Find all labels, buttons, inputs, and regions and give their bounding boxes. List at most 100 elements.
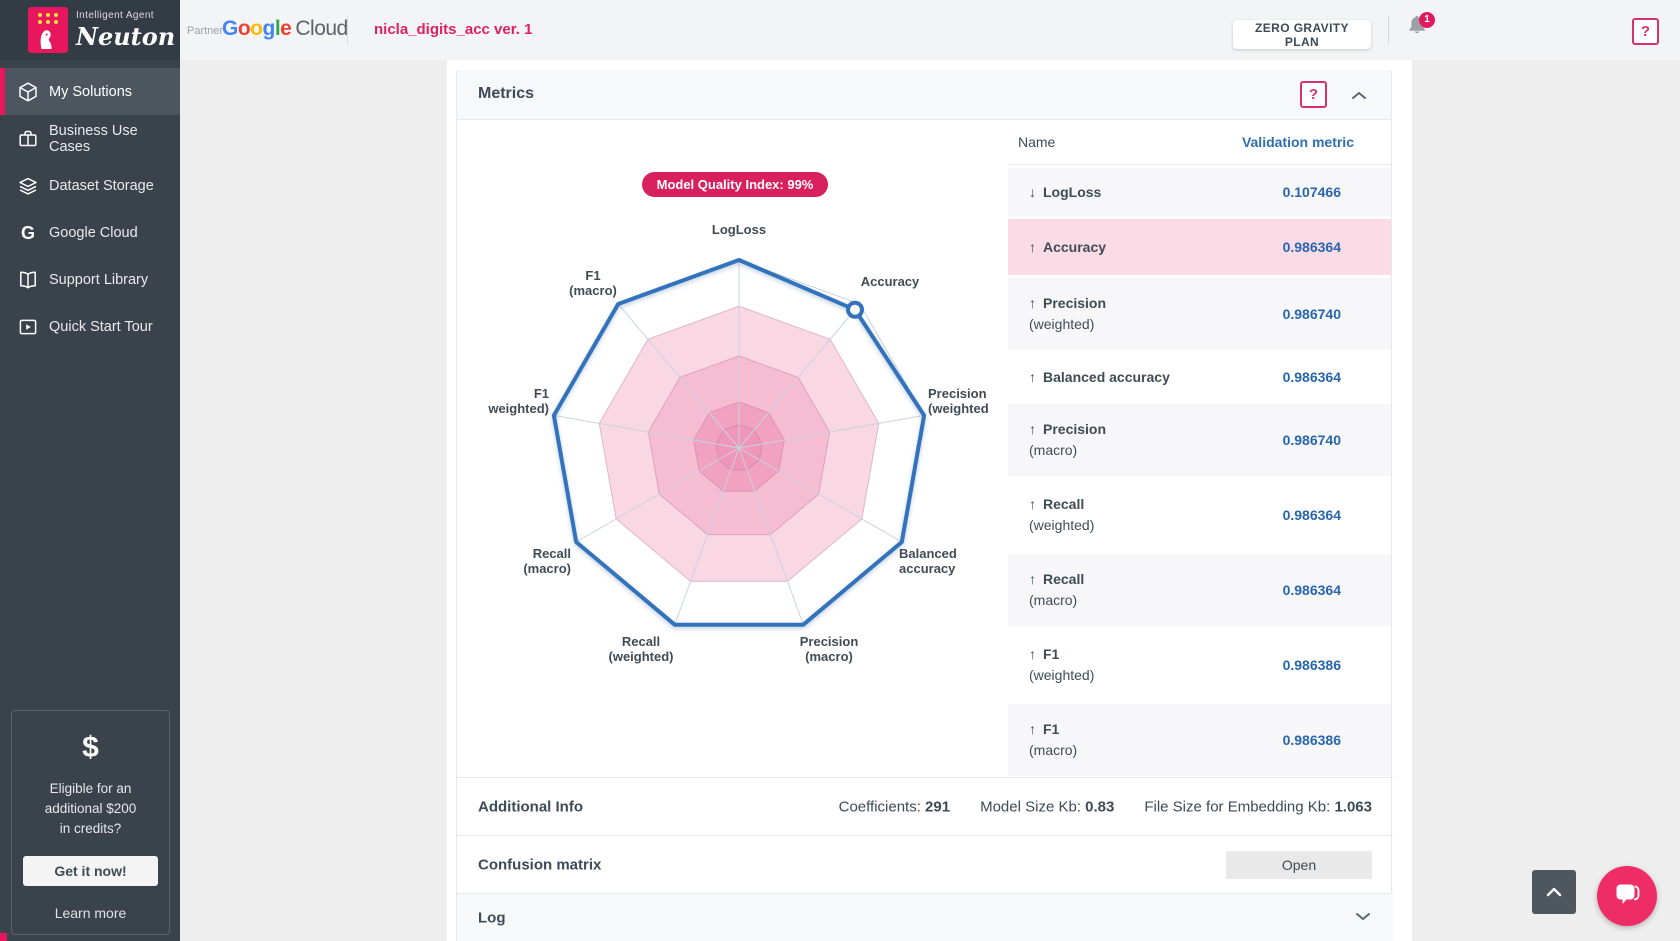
open-confusion-matrix-button[interactable]: Open (1226, 851, 1372, 879)
notifications-button[interactable]: 1 (1405, 14, 1433, 44)
metrics-title: Metrics (478, 85, 534, 103)
chat-button[interactable] (1597, 866, 1657, 926)
chevron-up-icon (1351, 88, 1367, 103)
stat-item: Coefficients: 291 (839, 798, 950, 815)
arrow-up-icon: ↑ (1029, 496, 1036, 512)
metric-name: ↑Precision(macro) (1029, 419, 1283, 461)
partner-label: Partner (187, 25, 223, 37)
topbar: Partner GoogleCloud nicla_digits_acc ver… (0, 0, 1680, 60)
notification-badge: 1 (1419, 12, 1435, 28)
table-row[interactable]: ↑Balanced accuracy0.986364 (1008, 353, 1391, 401)
chevron-down-icon (1355, 909, 1371, 924)
cube-icon (17, 81, 39, 103)
get-it-now-button[interactable]: Get it now! (23, 856, 158, 886)
svg-text:Recall(weighted): Recall(weighted) (609, 634, 674, 664)
radar-chart: LogLossAccuracyPrecision(weightedBalance… (457, 120, 1008, 777)
metric-value: 0.107466 (1283, 184, 1341, 200)
metric-name: ↑Accuracy (1029, 237, 1283, 258)
metric-value: 0.986740 (1283, 432, 1341, 448)
metrics-header: Metrics ? (457, 70, 1391, 120)
table-row[interactable]: ↑Precision(macro)0.986740 (1008, 404, 1391, 476)
learn-more-link[interactable]: Learn more (12, 905, 169, 921)
neuton-logo-text: Intelligent Agent Neuton (76, 10, 175, 51)
svg-text:F1(macro): F1(macro) (569, 268, 617, 298)
sidebar-item-google-cloud[interactable]: G Google Cloud (0, 209, 180, 256)
bell-icon (1405, 27, 1429, 44)
log-section[interactable]: Log (457, 893, 1393, 941)
metric-value: 0.986740 (1283, 306, 1341, 322)
solution-title: nicla_digits_acc ver. 1 (374, 21, 532, 38)
sidebar-item-dataset-storage[interactable]: Dataset Storage (0, 162, 180, 209)
metric-value: 0.986364 (1283, 239, 1341, 255)
metric-value: 0.986364 (1283, 369, 1341, 385)
chat-bubble-icon (1610, 900, 1644, 915)
log-expand-button[interactable] (1349, 908, 1377, 925)
layers-icon (17, 175, 39, 197)
arrow-up-icon: ↑ (1029, 646, 1036, 662)
confusion-matrix-section: Confusion matrix Open (457, 835, 1393, 893)
topbar-divider-2 (1388, 16, 1389, 44)
book-icon (17, 269, 39, 291)
neuton-app: Partner GoogleCloud nicla_digits_acc ver… (0, 0, 1680, 941)
sidebar: My Solutions Business Use Cases Dataset St… (0, 60, 180, 941)
table-row[interactable]: ↑F1(weighted)0.986386 (1008, 629, 1391, 701)
table-row[interactable]: ↓LogLoss0.107466 (1008, 168, 1391, 216)
svg-text:Accuracy: Accuracy (861, 274, 920, 289)
metric-name: ↑Recall(macro) (1029, 569, 1283, 611)
logo-tagline: Intelligent Agent (76, 10, 175, 21)
name-column-header: Name (1018, 134, 1055, 150)
sidebar-item-label: Support Library (49, 272, 148, 288)
arrow-up-icon: ↑ (1029, 239, 1036, 255)
chevron-up-icon (1546, 885, 1562, 900)
metrics-help-button[interactable]: ? (1300, 81, 1327, 108)
table-row[interactable]: ↑Accuracy0.986364 (1008, 219, 1391, 275)
table-row[interactable]: ↑F1(macro)0.986386 (1008, 704, 1391, 776)
scroll-to-top-button[interactable] (1532, 870, 1576, 914)
metrics-body: Model Quality Index: 99% LogLossAccuracy… (457, 120, 1391, 777)
additional-info-stats: Coefficients: 291Model Size Kb: 0.83File… (839, 798, 1372, 815)
logo-brand: Neuton (76, 22, 175, 51)
metric-name: ↑Balanced accuracy (1029, 367, 1283, 388)
google-logo: Google (222, 17, 291, 40)
arrow-down-icon: ↓ (1029, 184, 1036, 200)
google-g-icon: G (17, 222, 39, 244)
metric-name: ↑F1(weighted) (1029, 644, 1283, 686)
metric-name: ↓LogLoss (1029, 182, 1283, 203)
arrow-up-icon: ↑ (1029, 421, 1036, 437)
table-row[interactable]: ↑Precision(weighted)0.986740 (1008, 278, 1391, 350)
metric-value: 0.986364 (1283, 507, 1341, 523)
neuton-logo[interactable]: Intelligent Agent Neuton (0, 0, 180, 60)
metric-name: ↑F1(macro) (1029, 719, 1283, 761)
sidebar-item-label: Google Cloud (49, 225, 138, 241)
sidebar-item-quick-start-tour[interactable]: Quick Start Tour (0, 303, 180, 350)
svg-text:LogLoss: LogLoss (712, 222, 766, 237)
bottom-left-accent (0, 933, 7, 941)
metrics-collapse-button[interactable] (1345, 84, 1369, 106)
metrics-card: Metrics ? Model Quality Index: 99% LogLo… (456, 70, 1392, 941)
sidebar-item-support-library[interactable]: Support Library (0, 256, 180, 303)
sidebar-item-business-use-cases[interactable]: Business Use Cases (0, 115, 180, 162)
plan-button[interactable]: ZERO GRAVITY PLAN (1233, 20, 1371, 49)
briefcase-icon (17, 128, 39, 150)
metric-name: ↑Recall(weighted) (1029, 494, 1283, 536)
arrow-up-icon: ↑ (1029, 571, 1036, 587)
google-cloud-logo: GoogleCloud (222, 17, 348, 41)
radar-pane: Model Quality Index: 99% LogLossAccuracy… (457, 120, 1008, 777)
metric-name: ↑Precision(weighted) (1029, 293, 1283, 335)
confusion-matrix-title: Confusion matrix (478, 856, 601, 873)
table-row[interactable]: ↑Recall(macro)0.986364 (1008, 554, 1391, 626)
table-row[interactable]: ↑Recall(weighted)0.986364 (1008, 479, 1391, 551)
table-header: Name Validation metric (1008, 120, 1391, 165)
validation-metric-column-header[interactable]: Validation metric (1242, 134, 1354, 150)
sidebar-item-label: Business Use Cases (49, 123, 180, 155)
additional-info-title: Additional Info (478, 798, 583, 815)
sidebar-item-label: My Solutions (49, 84, 132, 100)
help-button-top[interactable]: ? (1632, 18, 1659, 45)
svg-text:G: G (21, 223, 35, 243)
log-title: Log (478, 909, 506, 926)
sidebar-item-label: Dataset Storage (49, 178, 154, 194)
sidebar-item-my-solutions[interactable]: My Solutions (0, 68, 180, 115)
cloud-label: Cloud (295, 17, 347, 40)
svg-text:Precision(weighted: Precision(weighted (928, 386, 989, 416)
arrow-up-icon: ↑ (1029, 295, 1036, 311)
